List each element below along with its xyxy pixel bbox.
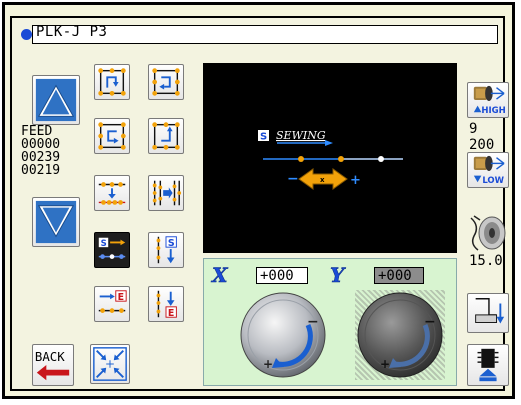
y-axis-label: Y [330, 265, 346, 285]
stitch-split-button[interactable] [148, 175, 184, 211]
x-axis-label-icon: X [210, 265, 229, 285]
pattern-move-up-button[interactable] [94, 64, 130, 100]
feed-counter: FEED 00000 00239 00219 [21, 125, 65, 177]
y-jog-dial[interactable]: − + [355, 290, 445, 380]
sewing-start-point-button[interactable]: S [94, 232, 130, 268]
speed-step-value: 9 [469, 121, 478, 137]
zoom-center-icon [93, 347, 127, 381]
move-to-end-icon: E [98, 290, 127, 313]
pattern-move-up-icon [98, 68, 126, 96]
high-label: HIGH [481, 106, 505, 116]
triangle-down-icon [35, 200, 77, 244]
low-label: LOW [482, 176, 504, 186]
tension-value: 15.0 [469, 253, 503, 269]
x-value-field: +000 [256, 267, 308, 284]
end-point-button[interactable]: E [94, 286, 130, 322]
back-arrow-icon: BACK [35, 350, 70, 381]
move-to-end-button[interactable]: E [148, 286, 184, 322]
direction-plus-label: + [350, 173, 361, 188]
machine-screen: PLK-J P3 FEED 00000 00239 00219 BACK S S… [0, 0, 521, 405]
stitch-insert-button[interactable] [94, 175, 130, 211]
svg-text:−: − [424, 314, 436, 330]
pattern-move-right-icon [152, 68, 180, 96]
svg-text:S: S [168, 238, 175, 249]
svg-text:E: E [118, 292, 124, 303]
feed-down-button[interactable] [32, 197, 80, 247]
status-indicator-icon [21, 29, 32, 40]
svg-text:−: − [307, 314, 319, 330]
stitch-insert-icon [98, 182, 126, 205]
direction-minus-label: − [287, 171, 299, 187]
svg-text:+: + [380, 357, 390, 371]
tension-dial-icon [470, 215, 506, 251]
sewing-monitor: S SEWING − x + [203, 63, 457, 253]
svg-text:E: E [168, 308, 174, 319]
pattern-move-left-icon [98, 122, 126, 150]
end-down-icon: E [156, 290, 177, 319]
back-button[interactable]: BACK [32, 344, 74, 386]
pattern-move-left-button[interactable] [94, 118, 130, 154]
memory-card-button[interactable] [467, 344, 509, 386]
sewing-start-icon: S [98, 237, 126, 259]
spool-low-icon: LOW [473, 155, 505, 186]
y-value-field: +000 [374, 267, 424, 284]
program-title: PLK-J P3 [36, 24, 108, 40]
speed-value: 200 [469, 137, 495, 153]
pattern-move-down-button[interactable] [148, 118, 184, 154]
spool-high-icon: HIGH [473, 85, 506, 116]
sewing-mode-label: SEWING [276, 129, 326, 142]
x-jog-dial[interactable]: − + [238, 290, 328, 380]
sewing-preview-graphic: S SEWING − x + [258, 129, 403, 190]
thread-tension-indicator [468, 212, 508, 254]
svg-text:+: + [263, 357, 273, 371]
stitch-split-icon [152, 180, 182, 206]
back-label: BACK [35, 350, 65, 364]
speed-low-button[interactable]: LOW [467, 152, 509, 188]
sewing-mode-badge: S [260, 132, 267, 143]
move-to-start-button[interactable]: S [148, 232, 184, 268]
speed-high-button[interactable]: HIGH [467, 82, 509, 118]
move-to-start-icon: S [156, 236, 177, 264]
pattern-move-right-button[interactable] [148, 64, 184, 100]
presser-foot-down-icon [475, 298, 505, 324]
svg-text:S: S [101, 239, 107, 249]
pattern-move-down-icon [152, 122, 180, 150]
feed-up-button[interactable] [32, 75, 80, 125]
zoom-center-button[interactable] [90, 344, 130, 384]
svg-text:x: x [320, 176, 325, 184]
memory-chip-upload-icon [477, 348, 499, 382]
y-axis-label-icon: Y [330, 265, 347, 285]
feed-value-3: 00219 [21, 163, 61, 178]
triangle-up-icon [35, 78, 77, 122]
jog-dial-icon: − + [240, 292, 326, 378]
jog-dial-disabled-icon: − + [357, 292, 443, 378]
presser-foot-button[interactable] [467, 293, 509, 333]
x-axis-label: X [210, 265, 229, 285]
